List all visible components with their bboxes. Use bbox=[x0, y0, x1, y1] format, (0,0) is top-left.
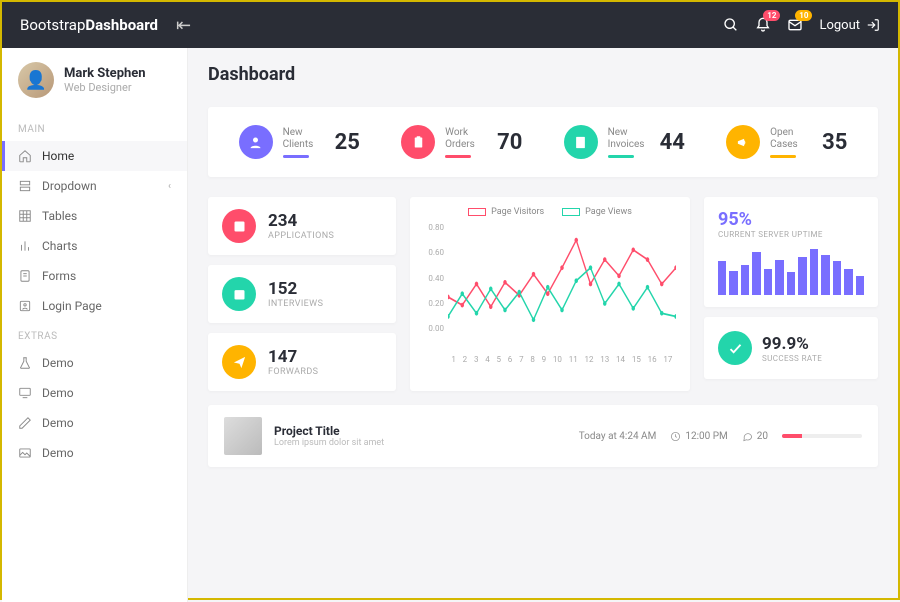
nav-tables[interactable]: Tables bbox=[2, 201, 187, 231]
monitor-icon bbox=[18, 386, 32, 400]
uptime-card: 95% CURRENT SERVER UPTIME bbox=[704, 197, 878, 307]
kpi-new-clients: NewClients 25 bbox=[239, 125, 360, 159]
megaphone-icon bbox=[726, 125, 760, 159]
chevron-right-icon: ‹ bbox=[168, 181, 171, 192]
profile[interactable]: 👤 Mark Stephen Web Designer bbox=[2, 62, 187, 114]
calendar-icon bbox=[222, 277, 256, 311]
traffic-chart: Page Visitors Page Views 0.800.600.400.2… bbox=[410, 197, 690, 391]
project-comments: 20 bbox=[742, 431, 768, 442]
nav-demo-1[interactable]: Demo bbox=[2, 348, 187, 378]
project-thumb bbox=[224, 417, 262, 455]
nav-forms[interactable]: Forms bbox=[2, 261, 187, 291]
image-icon bbox=[18, 446, 32, 460]
notification-badge: 12 bbox=[763, 10, 780, 21]
nav-charts[interactable]: Charts bbox=[2, 231, 187, 261]
mail-badge: 10 bbox=[795, 10, 812, 21]
kpi-new-invoices: NewInvoices 44 bbox=[564, 125, 685, 159]
nav-section-extras: EXTRAS bbox=[2, 321, 187, 348]
menu-toggle-icon[interactable]: ⇤ bbox=[176, 15, 191, 36]
home-icon bbox=[18, 149, 32, 163]
apps-icon bbox=[222, 209, 256, 243]
project-row[interactable]: Project Title Lorem ipsum dolor sit amet… bbox=[208, 405, 878, 467]
sidebar: 👤 Mark Stephen Web Designer MAIN Home Dr… bbox=[2, 48, 188, 602]
profile-name: Mark Stephen bbox=[64, 66, 146, 81]
table-icon bbox=[18, 209, 32, 223]
kpi-row: NewClients 25 WorkOrders 70 NewInvoices … bbox=[208, 107, 878, 177]
kpi-open-cases: OpenCases 35 bbox=[726, 125, 847, 159]
page-title: Dashboard bbox=[208, 64, 878, 85]
project-progress bbox=[782, 434, 862, 438]
nav-demo-4[interactable]: Demo bbox=[2, 438, 187, 468]
check-icon bbox=[718, 331, 752, 365]
invoice-icon bbox=[564, 125, 598, 159]
success-card: 99.9%SUCCESS RATE bbox=[704, 317, 878, 379]
layers-icon bbox=[18, 179, 32, 193]
nav-login[interactable]: Login Page bbox=[2, 291, 187, 321]
logout-button[interactable]: Logout bbox=[819, 18, 880, 33]
flask-icon bbox=[18, 356, 32, 370]
project-date: Today at 4:24 AM bbox=[579, 431, 657, 442]
topbar: BootstrapDashboard ⇤ 12 10 Logout bbox=[2, 2, 898, 48]
stat-applications: 234APPLICATIONS bbox=[208, 197, 396, 255]
nav-dropdown[interactable]: Dropdown‹ bbox=[2, 171, 187, 201]
login-icon bbox=[18, 299, 32, 313]
kpi-work-orders: WorkOrders 70 bbox=[401, 125, 522, 159]
stat-interviews: 152INTERVIEWS bbox=[208, 265, 396, 323]
nav-demo-2[interactable]: Demo bbox=[2, 378, 187, 408]
avatar: 👤 bbox=[18, 62, 54, 98]
nav-demo-3[interactable]: Demo bbox=[2, 408, 187, 438]
nav-home[interactable]: Home bbox=[2, 141, 187, 171]
mail-icon[interactable]: 10 bbox=[787, 17, 803, 33]
nav-section-main: MAIN bbox=[2, 114, 187, 141]
clipboard-icon bbox=[401, 125, 435, 159]
forms-icon bbox=[18, 269, 32, 283]
project-time: 12:00 PM bbox=[670, 431, 727, 442]
brand[interactable]: BootstrapDashboard bbox=[20, 16, 158, 34]
search-icon[interactable] bbox=[723, 17, 739, 33]
send-icon bbox=[222, 345, 256, 379]
user-icon bbox=[239, 125, 273, 159]
pen-icon bbox=[18, 416, 32, 430]
profile-role: Web Designer bbox=[64, 81, 146, 94]
stat-forwards: 147FORWARDS bbox=[208, 333, 396, 391]
main: Dashboard NewClients 25 WorkOrders 70 Ne… bbox=[188, 48, 898, 602]
chart-icon bbox=[18, 239, 32, 253]
notification-icon[interactable]: 12 bbox=[755, 17, 771, 33]
